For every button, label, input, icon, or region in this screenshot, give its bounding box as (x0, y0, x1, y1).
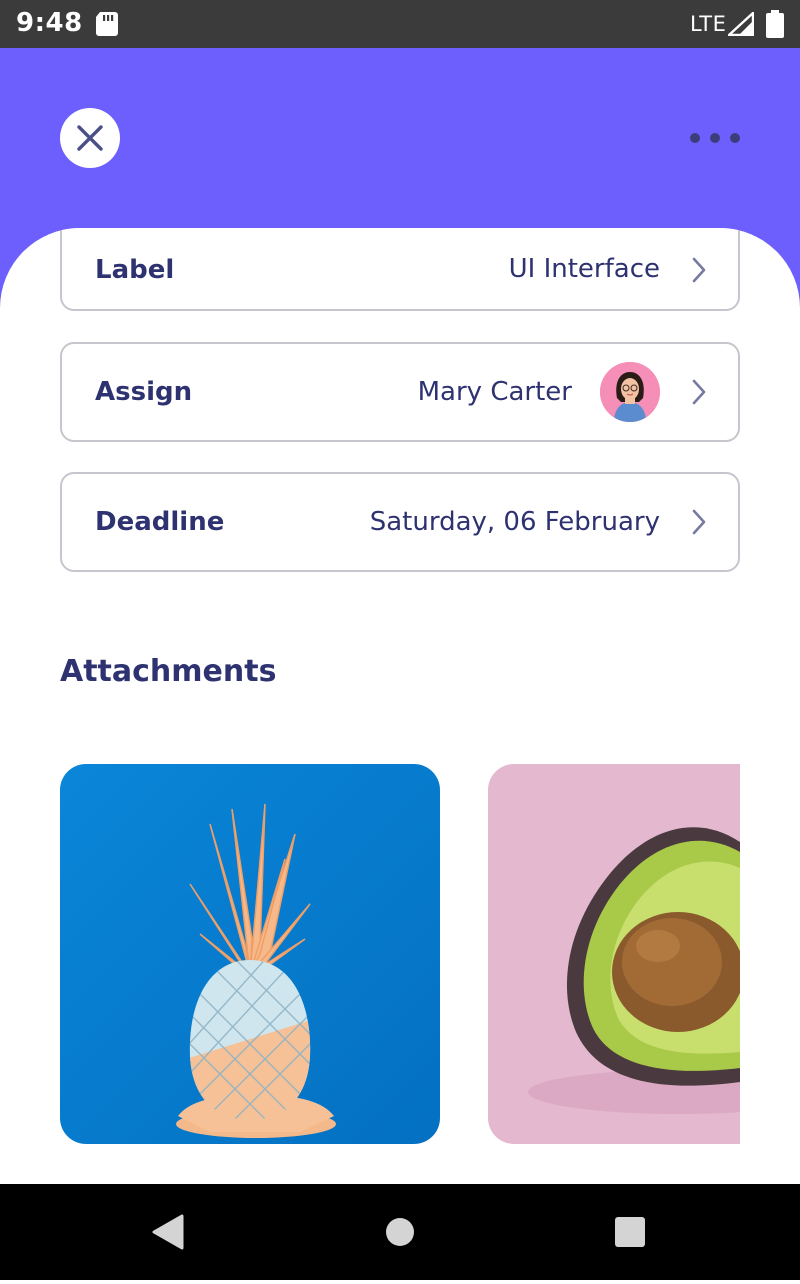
deadline-row-title: Deadline (95, 507, 225, 537)
recents-button[interactable] (590, 1184, 670, 1280)
deadline-row-value: Saturday, 06 February (369, 507, 660, 537)
signal-icon (728, 12, 754, 36)
assign-row-value: Mary Carter (417, 377, 572, 407)
close-button[interactable] (60, 108, 120, 168)
attachment-pineapple[interactable] (60, 764, 440, 1144)
network-type: LTE (690, 12, 727, 36)
label-row-value: UI Interface (508, 253, 660, 284)
more-dot (710, 133, 720, 143)
more-dot (730, 133, 740, 143)
chevron-right-icon (692, 257, 706, 283)
label-row[interactable]: Label UI Interface (60, 228, 740, 311)
more-options-button[interactable] (684, 122, 744, 154)
battery-icon (766, 10, 784, 38)
assign-row-title: Assign (95, 377, 193, 407)
avocado-image (488, 764, 740, 1144)
label-row-title: Label (95, 254, 175, 285)
sd-card-icon (96, 12, 118, 36)
home-button[interactable] (360, 1184, 440, 1280)
status-time: 9:48 (16, 8, 83, 38)
navigation-bar (0, 1184, 800, 1280)
status-bar: 9:48 LTE (0, 0, 800, 48)
back-icon (152, 1214, 184, 1250)
attachments-title: Attachments (60, 654, 277, 689)
more-horizontal-icon (690, 133, 700, 143)
avatar (600, 362, 660, 422)
assign-row[interactable]: Assign Mary Carter (60, 342, 740, 442)
chevron-right-icon (692, 509, 706, 535)
home-icon (386, 1218, 414, 1246)
recents-icon (615, 1217, 645, 1247)
pineapple-image (60, 764, 440, 1144)
chevron-right-icon (692, 379, 706, 405)
back-button[interactable] (128, 1184, 208, 1280)
close-icon (77, 125, 103, 151)
deadline-row[interactable]: Deadline Saturday, 06 February (60, 472, 740, 572)
attachment-avocado[interactable] (488, 764, 740, 1144)
